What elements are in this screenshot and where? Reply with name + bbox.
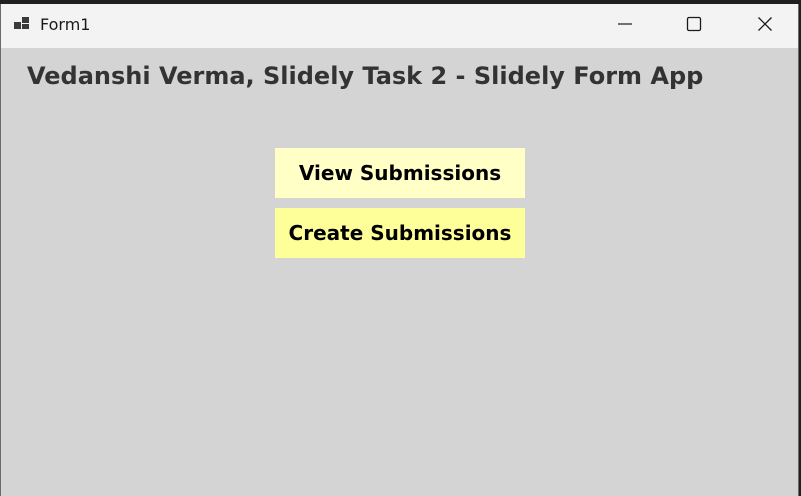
minimize-button[interactable] — [591, 4, 659, 48]
maximize-button[interactable] — [660, 4, 728, 48]
close-button[interactable] — [731, 4, 799, 48]
view-submissions-button[interactable]: View Submissions — [275, 148, 525, 198]
app-form-icon — [13, 16, 31, 32]
close-icon — [757, 16, 773, 36]
title-bar[interactable]: Form1 — [1, 4, 798, 48]
form1-window: Form1 Vedanshi Verma, Slidely Task 2 - S… — [0, 4, 799, 496]
create-submissions-button[interactable]: Create Submissions — [275, 208, 525, 258]
form-heading-label: Vedanshi Verma, Slidely Task 2 - Slidely… — [27, 62, 704, 90]
window-title: Form1 — [40, 15, 91, 34]
minimize-icon — [617, 16, 633, 36]
maximize-icon — [686, 16, 702, 36]
